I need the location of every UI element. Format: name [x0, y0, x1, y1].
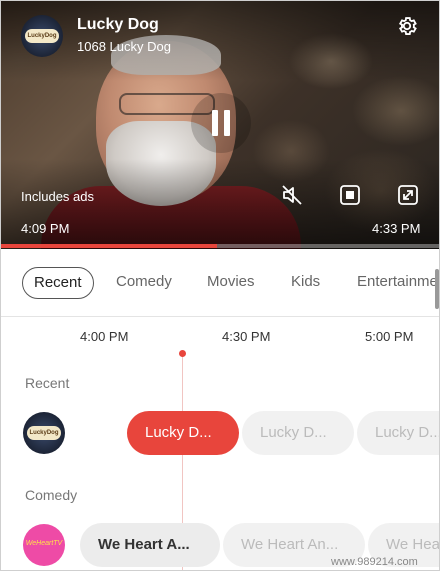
channel-name: Lucky Dog — [77, 16, 159, 33]
program-pill-current[interactable]: We Heart A... — [80, 523, 220, 567]
program-pill[interactable]: Lucky D... — [242, 411, 354, 455]
ads-label: Includes ads — [21, 189, 94, 204]
program-pill-current[interactable]: Lucky D... — [127, 411, 239, 455]
program-pill[interactable]: Lucky D... — [357, 411, 439, 455]
channel-number-label: 1068 Lucky Dog — [77, 39, 171, 54]
tab-comedy[interactable]: Comedy — [116, 267, 172, 299]
stop-icon[interactable] — [338, 183, 362, 207]
category-tabs: Recent Comedy Movies Kids Entertainme — [1, 249, 439, 317]
channel-logo: LuckyDog — [21, 15, 63, 57]
elapsed-time: 4:09 PM — [21, 221, 70, 236]
channel-logo-lucky-dog[interactable]: LuckyDog — [23, 412, 65, 454]
section-heading-comedy: Comedy — [25, 487, 78, 503]
channel-logo-we-heart[interactable]: WeHeartTV — [23, 524, 65, 566]
tab-entertainment[interactable]: Entertainme — [357, 267, 438, 299]
progress-bar[interactable] — [1, 244, 439, 248]
tab-recent[interactable]: Recent — [22, 267, 94, 299]
section-heading-recent: Recent — [25, 375, 70, 391]
pause-icon — [212, 110, 218, 136]
fullscreen-icon[interactable] — [396, 183, 420, 207]
tab-kids[interactable]: Kids — [291, 267, 320, 299]
pause-button[interactable] — [191, 93, 251, 153]
end-time: 4:33 PM — [372, 221, 421, 236]
scrollbar[interactable] — [435, 269, 439, 309]
gear-icon[interactable] — [396, 15, 418, 37]
progress-fill — [1, 244, 217, 248]
tab-movies[interactable]: Movies — [207, 267, 255, 299]
current-time-marker — [179, 350, 186, 357]
time-label: 4:30 PM — [222, 329, 271, 344]
app-screen: LuckyDog Lucky Dog 1068 Lucky Dog Includ… — [0, 0, 440, 571]
time-label: 5:00 PM — [365, 329, 414, 344]
time-label: 4:00 PM — [80, 329, 129, 344]
mute-icon[interactable] — [280, 183, 304, 207]
watermark: www.989214.com — [331, 556, 418, 568]
video-player[interactable]: LuckyDog Lucky Dog 1068 Lucky Dog Includ… — [1, 1, 439, 249]
